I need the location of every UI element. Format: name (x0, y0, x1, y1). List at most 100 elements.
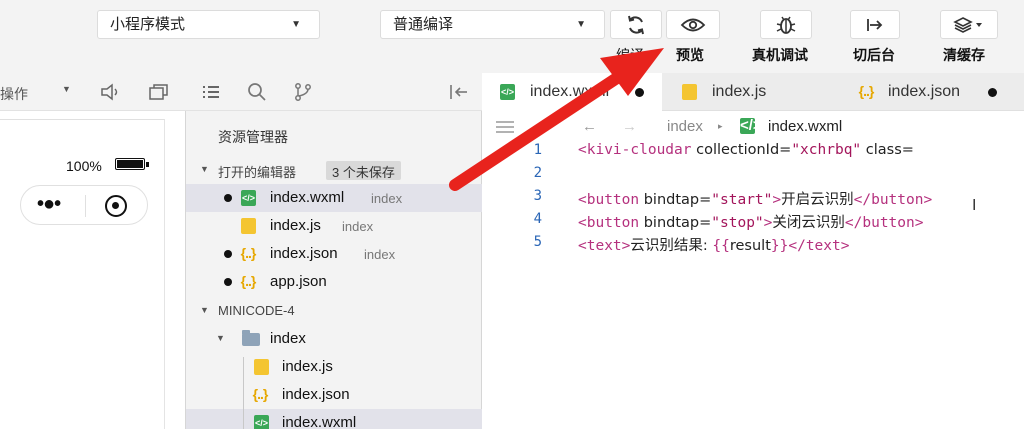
line-number: 4 (533, 211, 542, 227)
file-dir: index (371, 191, 403, 206)
window-icon[interactable] (147, 83, 171, 101)
compile-button[interactable] (610, 10, 662, 39)
tree-file-item[interactable]: {..} index.json (186, 381, 482, 409)
project-label: MINICODE-4 (218, 303, 295, 318)
miniprogram-capsule: •●• (20, 185, 148, 225)
clear-cache-label: 清缓存 (943, 47, 985, 63)
tab-index-js[interactable]: index.js (662, 73, 842, 111)
file-name: index.js (270, 217, 321, 234)
mode-select-value: 小程序模式 (110, 16, 186, 33)
open-editor-item[interactable]: {..} index.json index (186, 240, 482, 268)
unsaved-dot (635, 88, 644, 97)
branch-icon[interactable] (293, 82, 313, 102)
tab-label: index.js (712, 83, 767, 100)
file-json-icon: {..} (240, 273, 257, 289)
file-name: index.json (270, 245, 338, 262)
compile-select[interactable]: 普通编译 ▼ (380, 10, 605, 39)
unsaved-dot (988, 88, 997, 97)
breadcrumb-folder[interactable]: index (667, 118, 703, 135)
file-dir: index (342, 219, 374, 234)
speaker-icon[interactable] (99, 83, 123, 101)
folder-icon (242, 330, 260, 346)
forward-arrow-icon: → (622, 118, 637, 135)
file-name: app.json (270, 273, 327, 290)
file-wxml-icon: </> (241, 190, 256, 206)
preview-button[interactable] (666, 10, 720, 39)
close-miniprogram-icon[interactable] (105, 195, 127, 217)
collapse-panel-icon[interactable] (448, 83, 470, 101)
chevron-down-icon: ▼ (216, 333, 225, 343)
file-name: index.wxml (282, 414, 357, 429)
explorer-toolbar (186, 73, 482, 111)
mode-select[interactable]: 小程序模式 ▼ (97, 10, 320, 39)
tree-file-item[interactable]: index.js (186, 353, 482, 381)
chevron-down-icon: ▼ (62, 84, 71, 94)
file-js-icon (254, 359, 269, 375)
explorer-title: 资源管理器 (218, 129, 288, 145)
chevron-down-icon: ▼ (200, 305, 209, 315)
open-editors-section[interactable]: ▼ 打开的编辑器 3 个未保存 (186, 159, 482, 183)
file-json-icon: {..} (240, 245, 257, 261)
file-wxml-icon: </> (740, 117, 762, 134)
list-icon[interactable] (200, 83, 222, 101)
open-editor-item[interactable]: {..} app.json (186, 268, 482, 296)
code-line: <kivi-cloudar collectionId="xchrbq" clas… (578, 142, 914, 158)
code-line: <button bindtap="start">开启云识别</button> (578, 192, 933, 208)
open-editor-item[interactable]: index.js index (186, 212, 482, 240)
code-editor[interactable]: ← → index ▸ </> index.wxml 1 2 3 4 5 <ki… (482, 111, 1024, 429)
more-icon[interactable]: •●• (37, 194, 61, 214)
text-cursor-icon: I (972, 197, 977, 214)
tab-index-json[interactable]: {..} index.json (842, 73, 1024, 111)
bug-icon (776, 16, 796, 34)
chevron-down-icon: ▼ (576, 19, 586, 30)
top-toolbar: 小程序模式 ▼ 普通编译 ▼ 编译 预览 真机调试 切后台 清缓存 (0, 0, 1024, 73)
unsaved-badge: 3 个未保存 (326, 161, 401, 180)
background-button[interactable] (850, 10, 900, 39)
tree-file-item[interactable]: </> index.wxml (186, 409, 482, 429)
tab-label: index.wxml (530, 83, 610, 100)
tab-label: index.json (888, 83, 961, 100)
code-line: <text>云识别结果: {{result}}</text> (578, 238, 850, 254)
explorer-panel: 资源管理器 ▼ 打开的编辑器 3 个未保存 </> index.wxml ind… (186, 111, 482, 429)
back-arrow-icon[interactable]: ← (582, 118, 597, 135)
file-wxml-icon: </> (500, 84, 515, 100)
editor-tabs: </> index.wxml index.js {..} index.json (482, 73, 1024, 111)
search-icon[interactable] (247, 82, 267, 102)
chevron-down-icon: ▼ (200, 164, 209, 174)
operation-select[interactable]: 操作 (0, 84, 28, 104)
list-icon[interactable] (494, 119, 516, 135)
tree-guide-line (243, 357, 244, 429)
folder-item[interactable]: ▼ index (186, 325, 482, 353)
open-editors-label: 打开的编辑器 (218, 165, 297, 180)
project-section[interactable]: ▼ MINICODE-4 (186, 300, 482, 324)
unsaved-dot (224, 194, 232, 202)
clear-cache-button[interactable] (940, 10, 998, 39)
battery-percent: 100% (66, 158, 102, 174)
open-editor-item[interactable]: </> index.wxml index (186, 184, 482, 212)
file-name: index.wxml (270, 189, 345, 206)
layers-icon (953, 16, 982, 33)
switch-background-icon (867, 18, 883, 31)
line-number: 2 (533, 165, 542, 181)
battery-icon (115, 158, 149, 170)
remote-debug-button[interactable] (760, 10, 812, 39)
file-js-icon (241, 218, 256, 234)
file-js-icon (682, 84, 697, 100)
unsaved-dot (224, 278, 232, 286)
simulator-toolbar: 操作 ▼ (0, 73, 186, 111)
file-json-icon: {..} (858, 83, 875, 99)
file-name: index.js (282, 358, 333, 375)
folder-name: index (270, 330, 306, 347)
background-label: 切后台 (853, 47, 895, 63)
eye-icon (680, 18, 706, 31)
compile-select-value: 普通编译 (393, 16, 454, 33)
breadcrumb: ← → index ▸ </> index.wxml (482, 111, 1024, 141)
file-json-icon: {..} (252, 386, 269, 402)
line-number: 5 (533, 234, 542, 250)
file-wxml-icon: </> (254, 415, 269, 429)
tab-index-wxml[interactable]: </> index.wxml (482, 73, 662, 111)
remote-debug-label: 真机调试 (752, 47, 808, 63)
line-number: 3 (533, 188, 542, 204)
breadcrumb-file[interactable]: index.wxml (768, 118, 842, 135)
compile-label: 编译 (616, 47, 644, 63)
